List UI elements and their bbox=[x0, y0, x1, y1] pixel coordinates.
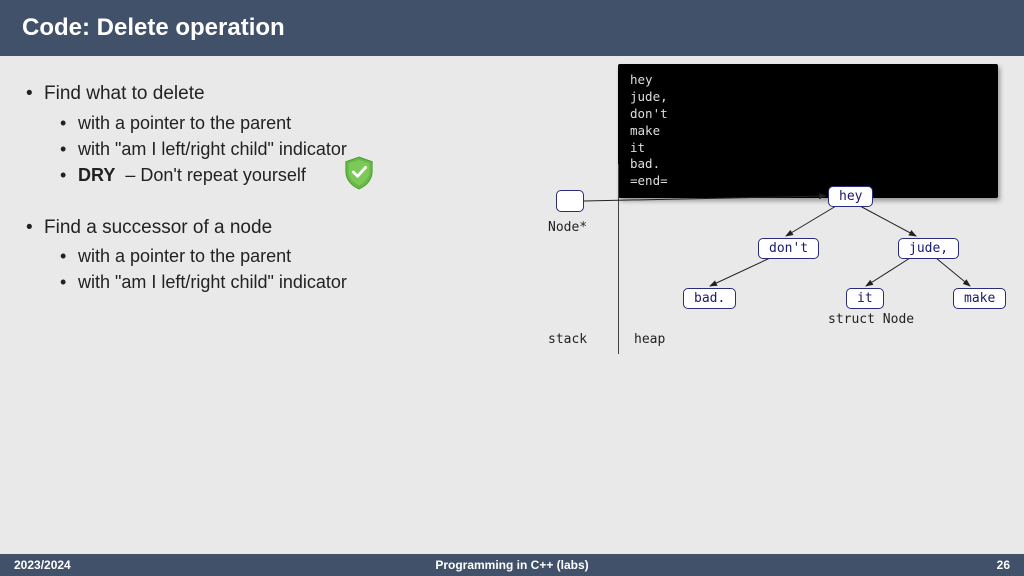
tree-node-dont: don't bbox=[758, 238, 819, 259]
tree-node-bad: bad. bbox=[683, 288, 736, 309]
tree-node-jude: jude, bbox=[898, 238, 959, 259]
bullet-2b: with "am I left/right child" indicator bbox=[78, 269, 347, 295]
slide-title: Code: Delete operation bbox=[22, 14, 285, 42]
bullet-2a: with a pointer to the parent bbox=[78, 243, 347, 269]
terminal-output: hey jude, don't make it bad. =end= bbox=[618, 64, 998, 198]
term-line: make bbox=[630, 123, 986, 140]
shield-check-icon bbox=[344, 156, 374, 190]
term-line: it bbox=[630, 140, 986, 157]
bullet-list: Find what to delete with a pointer to th… bbox=[44, 80, 347, 310]
tree-node-it: it bbox=[846, 288, 884, 309]
term-line: bad. bbox=[630, 156, 986, 173]
footer-course: Programming in C++ (labs) bbox=[0, 558, 1024, 572]
slide-footer: 2023/2024 Programming in C++ (labs) 26 bbox=[0, 554, 1024, 576]
bullet-1c-rest: – Don't repeat yourself bbox=[125, 162, 306, 188]
slide-title-bar: Code: Delete operation bbox=[0, 0, 1024, 56]
bullet-1c-strong: DRY bbox=[78, 162, 115, 188]
term-line: jude, bbox=[630, 89, 986, 106]
tree-node-make: make bbox=[953, 288, 1006, 309]
term-line: don't bbox=[630, 106, 986, 123]
bullet-2: Find a successor of a node bbox=[44, 217, 272, 238]
tree-diagram: Node* stack heap struct Node hey don't j… bbox=[548, 184, 998, 354]
bullet-1: Find what to delete bbox=[44, 83, 205, 104]
term-line: hey bbox=[630, 72, 986, 89]
bullet-1a: with a pointer to the parent bbox=[78, 110, 347, 136]
tree-node-hey: hey bbox=[828, 186, 873, 207]
bullet-1c: DRY – Don't repeat yourself bbox=[78, 162, 347, 188]
tree-edges bbox=[548, 184, 998, 354]
bullet-1b: with "am I left/right child" indicator bbox=[78, 136, 347, 162]
slide-body: Find what to delete with a pointer to th… bbox=[0, 56, 1024, 554]
